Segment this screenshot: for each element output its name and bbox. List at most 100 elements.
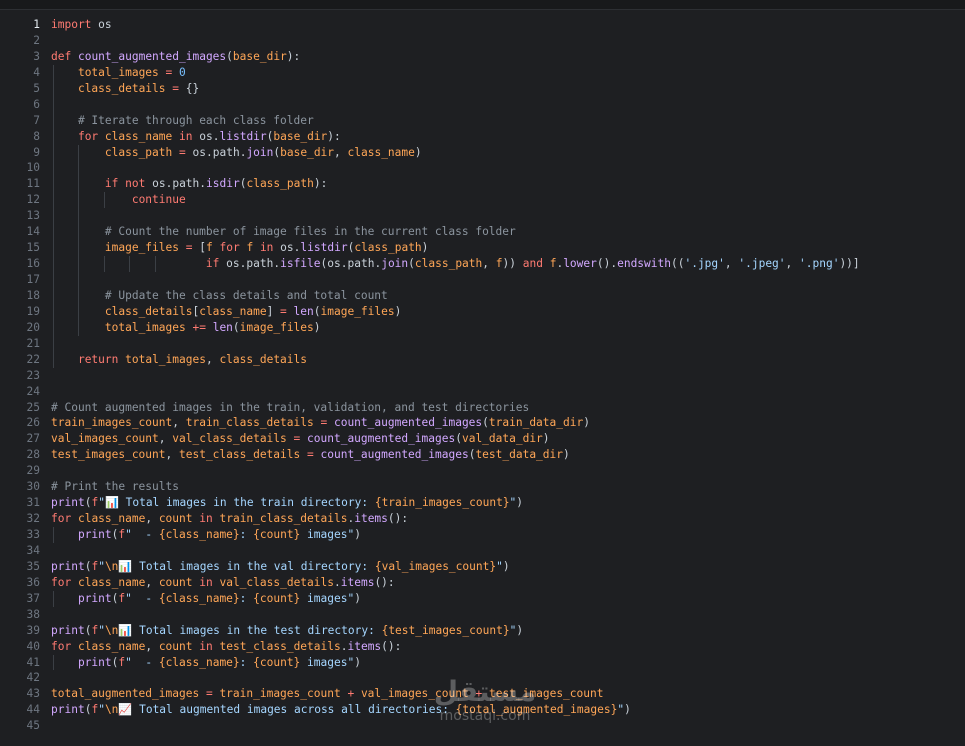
code-line[interactable]: 6 — [0, 96, 965, 113]
code-line[interactable]: 34 — [0, 543, 965, 559]
code-line[interactable]: 5 class_details = {} — [0, 80, 965, 97]
code-line[interactable]: 35 print(f"\n📊 Total images in the val di… — [0, 559, 965, 575]
indent-guide — [53, 208, 54, 225]
code-token: ): — [313, 177, 328, 191]
code-token: , — [334, 145, 348, 159]
code-text: print(f"📊 Total images in the train dire… — [51, 495, 523, 511]
code-token: lower — [563, 257, 597, 271]
code-line[interactable]: 21 — [0, 335, 965, 352]
code-line[interactable]: 22 return total_images, class_details — [0, 351, 965, 368]
code-token: {count} — [253, 655, 301, 669]
code-line[interactable]: 10 — [0, 160, 965, 177]
code-token: class_name — [104, 129, 173, 143]
code-token: = — [280, 304, 287, 318]
code-line[interactable]: 15 image_files = [f for f in os.listdir(… — [0, 240, 965, 257]
code-token: ) — [542, 432, 550, 446]
code-line[interactable]: 40 for class_name, count in test_class_de… — [0, 639, 965, 655]
code-line[interactable]: 33 print(f" - {class_name}: {count} imag… — [0, 527, 965, 543]
line-number: 6 — [33, 97, 40, 111]
code-token: 📊 — [118, 623, 133, 637]
code-line[interactable]: 20 total_images += len(image_files) — [0, 319, 965, 336]
code-line[interactable]: 27 val_images_count, val_class_details = … — [0, 431, 965, 447]
code-token: continue — [131, 193, 186, 207]
code-token: (): — [387, 512, 409, 526]
code-token: total_augmented_images — [51, 687, 200, 701]
code-token: " - — [125, 591, 159, 605]
code-line[interactable]: 24 — [0, 384, 965, 400]
code-token: : — [239, 591, 254, 605]
code-line[interactable]: 28 test_images_count, test_class_details … — [0, 447, 965, 463]
code-line[interactable]: 36 for class_name, count in val_class_det… — [0, 575, 965, 591]
line-number: 10 — [26, 161, 40, 175]
code-line[interactable]: 32 for class_name, count in train_class_d… — [0, 511, 965, 527]
code-token: = — [307, 448, 314, 462]
code-line[interactable]: 14 # Count the number of image files in … — [0, 224, 965, 241]
line-number: 39 — [26, 623, 40, 637]
code-line[interactable]: 1 import os — [0, 17, 965, 33]
indent-guide — [53, 160, 54, 177]
code-token: test_class_details — [179, 448, 301, 462]
code-token: images" — [300, 655, 355, 669]
code-token: [ — [192, 241, 206, 255]
code-token: print — [77, 528, 112, 541]
code-line[interactable]: 31 print(f"📊 Total images in the train di… — [0, 495, 965, 511]
code-token: \n — [104, 623, 119, 637]
code-token: test_class_details — [219, 639, 341, 653]
code-token: class_path — [414, 257, 483, 271]
code-line[interactable]: 38 — [0, 607, 965, 623]
code-line[interactable]: 11 if not os.path.isdir(class_path): — [0, 176, 965, 193]
line-number: 27 — [26, 432, 40, 446]
code-text: # Count augmented images in the train, v… — [51, 400, 529, 416]
code-token: ) — [624, 703, 631, 717]
code-line[interactable]: 13 — [0, 208, 965, 225]
code-token: ( — [232, 320, 240, 334]
code-line[interactable]: 12 continue — [0, 192, 965, 209]
code-line[interactable]: 19 class_details[class_name] = len(image… — [0, 303, 965, 320]
code-token: count_augmented_images — [307, 432, 456, 446]
code-line[interactable]: 9 class_path = os.path.join(base_dir, cl… — [0, 144, 965, 161]
code-line[interactable]: 7 # Iterate through each class folder — [0, 112, 965, 129]
code-token: def — [51, 49, 72, 63]
code-token: val_class_details — [219, 575, 334, 589]
code-token: print — [51, 559, 85, 573]
code-token: in — [199, 575, 213, 589]
code-line[interactable]: 23 — [0, 368, 965, 384]
code-token: ) — [563, 448, 570, 462]
code-editor[interactable]: 1 import os 2 3 def count_augmented_images(b… — [0, 17, 965, 746]
code-token: len — [293, 304, 314, 318]
code-line[interactable]: 3 def count_augmented_images(base_dir): — [0, 49, 965, 65]
code-token: Total images in the train directory: — [118, 496, 375, 510]
code-line[interactable]: 41 print(f" - {class_name}: {count} imag… — [0, 654, 965, 671]
code-token: \n — [104, 703, 119, 717]
line-number: 21 — [26, 336, 40, 350]
code-token: " — [98, 703, 105, 717]
code-token: ): — [327, 129, 341, 143]
code-token: in — [179, 129, 193, 143]
code-token: , — [158, 432, 173, 446]
code-token: for — [77, 129, 99, 143]
code-token: = — [205, 687, 213, 701]
code-line[interactable]: 4 total_images = 0 — [0, 64, 965, 81]
code-line[interactable]: 18 # Update the class details and total … — [0, 287, 965, 304]
code-token: ) — [421, 241, 429, 255]
code-token: import — [51, 18, 92, 31]
code-line[interactable]: 30 # Print the results — [0, 479, 965, 495]
code-token: for — [51, 575, 72, 589]
code-line[interactable]: 26 train_images_count, train_class_detail… — [0, 415, 965, 431]
code-line[interactable]: 29 — [0, 463, 965, 479]
code-token: . — [205, 145, 213, 159]
code-line[interactable]: 8 for class_name in os.listdir(base_dir)… — [0, 128, 965, 145]
code-line[interactable]: 37 print(f" - {class_name}: {count} imag… — [0, 590, 965, 607]
code-line[interactable]: 25 # Count augmented images in the train,… — [0, 400, 965, 416]
line-number: 34 — [26, 543, 40, 557]
code-token: listdir — [219, 129, 267, 143]
code-token: path — [172, 177, 200, 191]
code-line[interactable]: 17 — [0, 272, 965, 288]
code-line[interactable]: 2 — [0, 33, 965, 49]
line-number: 3 — [33, 49, 40, 63]
code-token: ): — [286, 49, 301, 63]
code-token: isfile — [280, 257, 321, 271]
code-line[interactable]: 16 if os.path.isfile(os.path.join(class_… — [0, 256, 965, 272]
code-line[interactable]: 39 print(f"\n📊 Total images in the test d… — [0, 623, 965, 639]
